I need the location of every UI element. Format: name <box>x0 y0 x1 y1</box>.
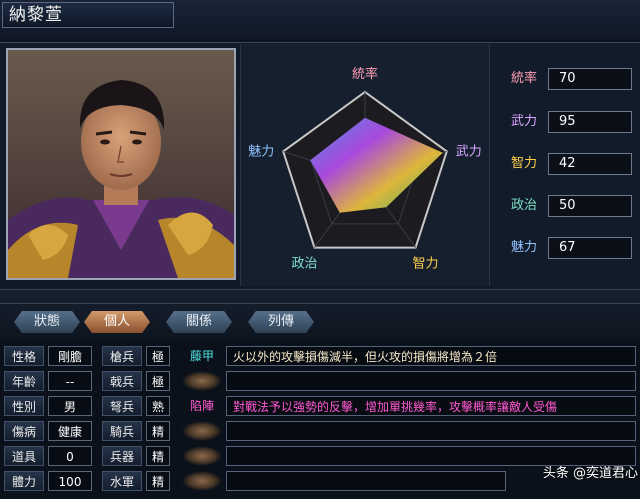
radar-axis-label: 統率 <box>352 66 378 82</box>
stat-label: 統率 <box>510 71 537 86</box>
skill-slot-empty <box>182 421 222 441</box>
personal-value: 剛膽 <box>48 346 92 366</box>
radar-axis-label: 智力 <box>413 257 439 272</box>
skill-description <box>226 371 636 391</box>
attribute-radar-chart: 統率武力智力 政治 魅力 <box>240 44 490 286</box>
skill-description: 對戰法予以強勢的反擊，增加單挑幾率，攻擊概率讓敵人受傷 <box>226 396 636 416</box>
divider <box>0 303 640 304</box>
skill-slot-empty <box>182 471 222 491</box>
aptitude-grade: 精 <box>146 446 170 466</box>
tab-personal[interactable]: 個人 <box>84 311 150 333</box>
stat-label: 政治 <box>510 198 537 213</box>
personal-label: 性格 <box>4 346 44 366</box>
personal-value: 健康 <box>48 421 92 441</box>
stat-row-charisma: 魅力 67 <box>504 237 634 259</box>
personal-label: 性別 <box>4 396 44 416</box>
personal-label: 道具 <box>4 446 44 466</box>
aptitude-label: 弩兵 <box>102 396 142 416</box>
stat-label: 魅力 <box>510 240 537 255</box>
stat-label: 武力 <box>510 114 537 129</box>
radar-axis-label: 政治 <box>291 257 317 272</box>
stat-row-politics: 政治 50 <box>504 195 634 217</box>
radar-svg: 統率武力智力 政治 魅力 <box>248 66 482 272</box>
stat-row-war: 武力 95 <box>504 111 634 133</box>
attribute-list: 統率 70 武力 95 智力 42 政治 50 魅力 67 <box>490 44 640 286</box>
watermark: 头条 @奕道君心 <box>542 466 638 481</box>
aptitude-label: 水軍 <box>102 471 142 491</box>
skill-description <box>226 421 636 441</box>
skill-description: 火以外的攻擊損傷減半，但火攻的損傷將增為２倍 <box>226 346 636 366</box>
personal-label: 傷病 <box>4 421 44 441</box>
character-name: 納黎萱 <box>2 2 174 28</box>
aptitude-label: 槍兵 <box>102 346 142 366</box>
aptitude-label: 騎兵 <box>102 421 142 441</box>
stat-value: 70 <box>548 68 632 90</box>
aptitude-grade: 極 <box>146 371 170 391</box>
stat-row-intelligence: 智力 42 <box>504 153 634 175</box>
tab-status[interactable]: 狀態 <box>14 311 80 333</box>
aptitude-grade: 熟 <box>146 396 170 416</box>
personal-value: 100 <box>48 471 92 491</box>
tab-biography[interactable]: 列傳 <box>248 311 314 333</box>
stat-row-leadership: 統率 70 <box>504 68 634 90</box>
aptitude-grade: 精 <box>146 421 170 441</box>
skill-slot-empty <box>182 446 222 466</box>
aptitude-grade: 極 <box>146 346 170 366</box>
personal-label: 體力 <box>4 471 44 491</box>
aptitude-grade: 精 <box>146 471 170 491</box>
skill-name: 藤甲 <box>189 349 214 363</box>
tab-relations[interactable]: 關係 <box>166 311 232 333</box>
aptitude-label: 兵器 <box>102 446 142 466</box>
stat-value: 67 <box>548 237 632 259</box>
skill-slot-empty <box>182 371 222 391</box>
skill-name: 陷陣 <box>189 399 214 413</box>
personal-value: 0 <box>48 446 92 466</box>
stat-label: 智力 <box>510 156 537 171</box>
stat-value: 95 <box>548 111 632 133</box>
personal-value: -- <box>48 371 92 391</box>
radar-axis-label: 武力 <box>456 144 482 159</box>
stat-value: 42 <box>548 153 632 175</box>
skill-description <box>226 471 506 491</box>
stat-value: 50 <box>548 195 632 217</box>
personal-label: 年齡 <box>4 371 44 391</box>
aptitude-label: 戟兵 <box>102 371 142 391</box>
radar-axis-label: 魅力 <box>248 144 274 159</box>
character-portrait <box>6 48 236 280</box>
personal-value: 男 <box>48 396 92 416</box>
portrait-illustration <box>8 50 234 278</box>
